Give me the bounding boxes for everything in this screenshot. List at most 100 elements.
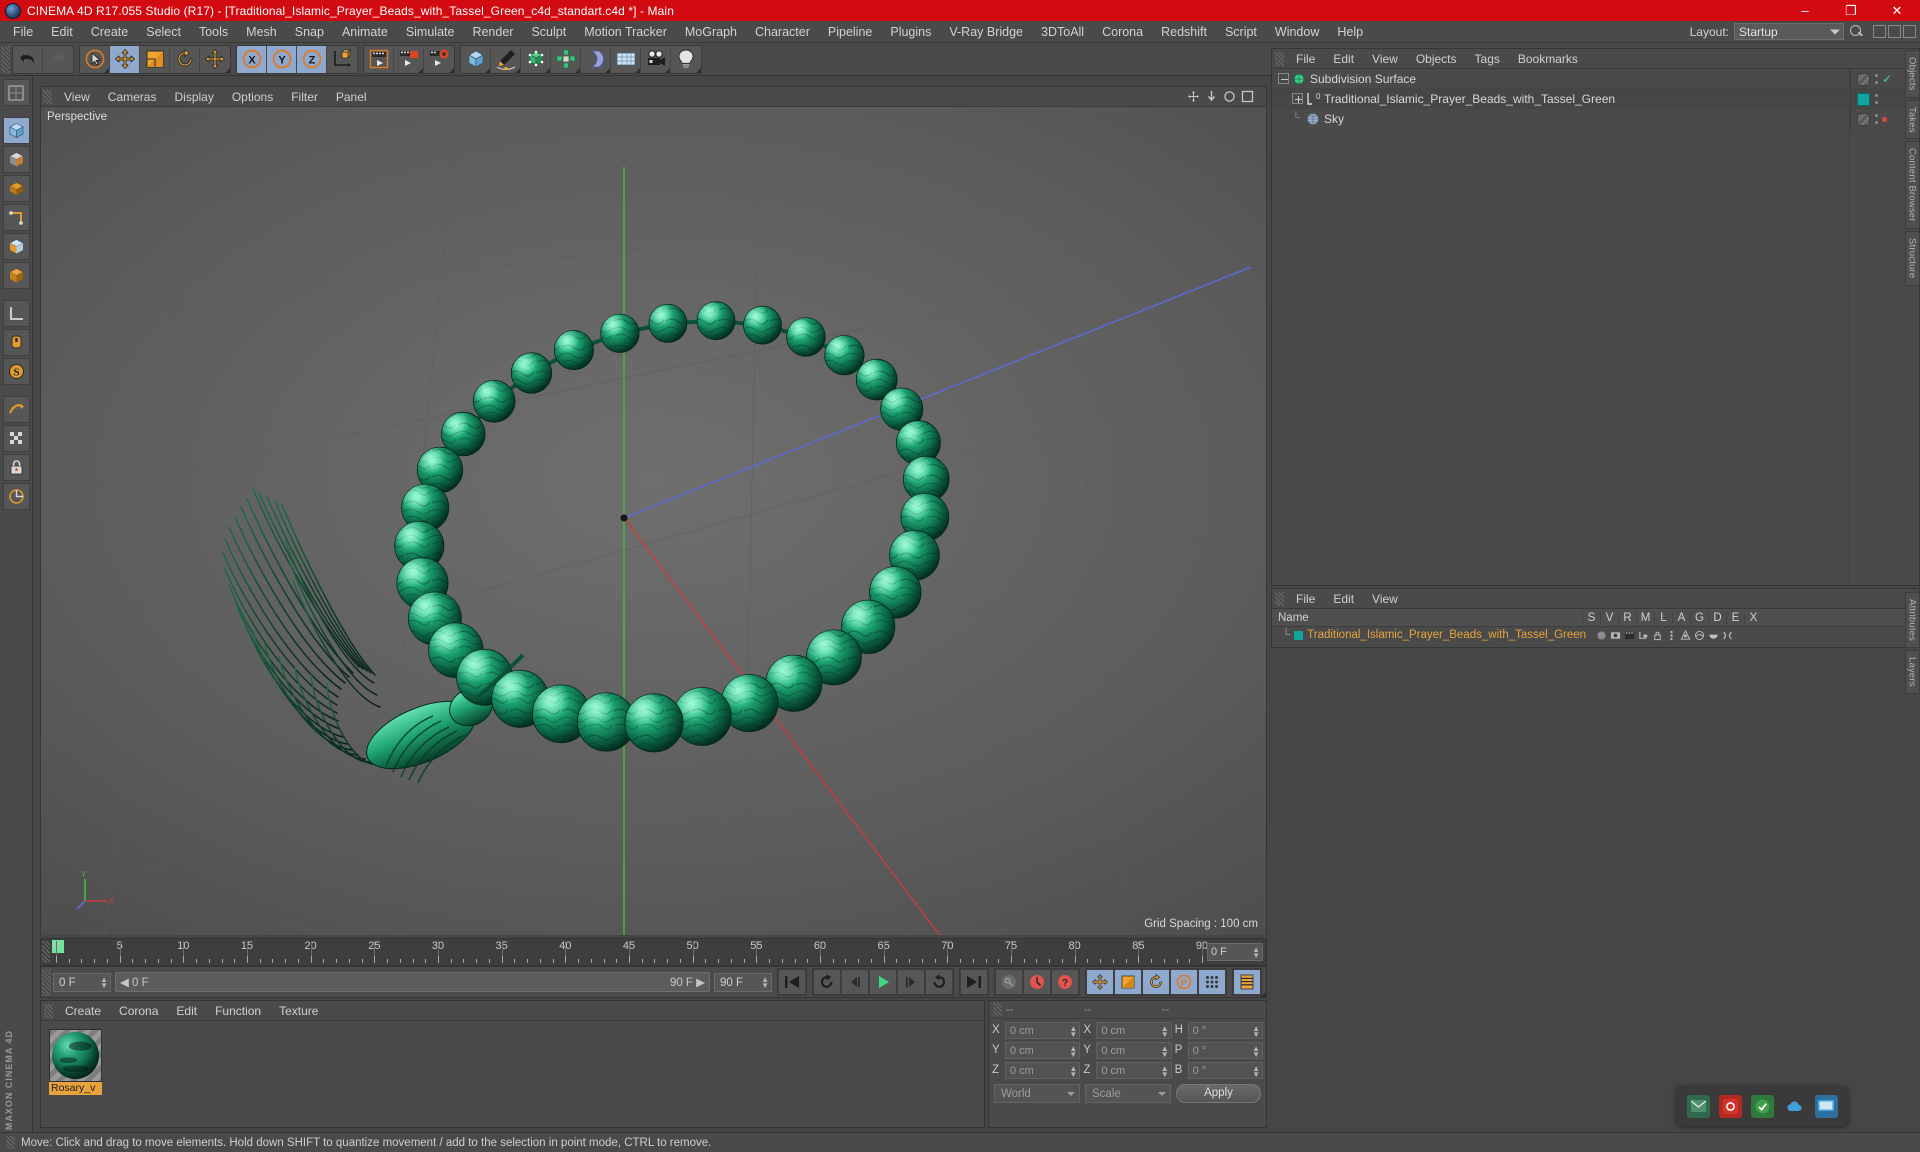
time-range-slider[interactable]: ◀ 0 F 90 F ▶	[115, 972, 710, 992]
tray-check-icon[interactable]	[1750, 1094, 1774, 1118]
visibility-dots-icon[interactable]	[1874, 93, 1878, 106]
menu-item-sculpt[interactable]: Sculpt	[522, 21, 575, 43]
spinner-icon[interactable]: ▲ ▼	[761, 975, 769, 989]
menu-item-3dtoall[interactable]: 3DToAll	[1032, 21, 1093, 43]
material-table-row[interactable]: └ Traditional_Islamic_Prayer_Beads_with_…	[1272, 627, 1919, 643]
undo-button[interactable]	[13, 45, 43, 73]
viewport-menu-item-options[interactable]: Options	[223, 87, 282, 107]
menu-item-snap[interactable]: Snap	[286, 21, 333, 43]
move-tool-button[interactable]	[110, 45, 140, 73]
texture-mode-button[interactable]	[2, 146, 30, 173]
close-panel-icon[interactable]	[1903, 25, 1916, 38]
redo-button[interactable]	[43, 45, 73, 73]
tray-monitor-icon[interactable]	[1814, 1094, 1838, 1118]
tab-layers[interactable]: Layers	[1904, 650, 1920, 694]
timeline-frame-field[interactable]: 0 F ▲ ▼	[1207, 943, 1263, 961]
live-selection-button[interactable]	[80, 45, 110, 73]
polygons-mode-button[interactable]	[2, 233, 30, 260]
environment-flag-icon[interactable]	[1708, 630, 1719, 641]
object-manager-menu-item-file[interactable]: File	[1287, 49, 1324, 69]
viewport-grip[interactable]	[43, 89, 52, 104]
lock-y-axis-button[interactable]: Y	[267, 45, 297, 73]
texture-axis-icon[interactable]	[2, 79, 30, 106]
object-manager-menu-item-bookmarks[interactable]: Bookmarks	[1509, 49, 1587, 69]
position-y-field[interactable]: 0 cm ▲ ▼	[1005, 1041, 1081, 1059]
material-browser-menu-item-create[interactable]: Create	[56, 1001, 110, 1021]
illumination-flag-icon[interactable]	[1722, 630, 1733, 641]
glow-flag-icon[interactable]	[1680, 629, 1691, 641]
restore-icon[interactable]	[1873, 25, 1886, 38]
animation-flag-icon[interactable]	[1666, 630, 1677, 641]
tab-objects[interactable]: Objects	[1904, 50, 1920, 98]
menu-item-v-ray-bridge[interactable]: V-Ray Bridge	[940, 21, 1032, 43]
current-frame-field[interactable]: 0 F ▲ ▼	[53, 972, 111, 992]
menu-item-render[interactable]: Render	[463, 21, 522, 43]
next-frame-button[interactable]	[897, 969, 925, 995]
spinner-icon[interactable]: ▲ ▼	[1252, 1024, 1260, 1038]
material-thumbnail[interactable]	[49, 1029, 102, 1082]
toolbar-grip[interactable]	[1, 45, 10, 73]
minimize-button[interactable]: –	[1782, 0, 1828, 21]
position-x-field[interactable]: 0 cm ▲ ▼	[1005, 1021, 1081, 1039]
menu-item-motion-tracker[interactable]: Motion Tracker	[575, 21, 676, 43]
tab-attributes[interactable]: Attributes	[1904, 592, 1920, 649]
material-manager-menu-item-edit[interactable]: Edit	[1324, 589, 1363, 609]
autokeying-button[interactable]	[995, 969, 1023, 995]
lock-x-axis-button[interactable]: X	[237, 45, 267, 73]
cube-mode-button[interactable]	[2, 262, 30, 289]
timeline-grip[interactable]	[42, 941, 50, 963]
sphere-flag-icon[interactable]	[1596, 630, 1607, 641]
menu-item-edit[interactable]: Edit	[42, 21, 82, 43]
record-position-button[interactable]	[1086, 969, 1114, 995]
lock-button[interactable]	[2, 454, 30, 481]
enable-axis-button[interactable]	[2, 329, 30, 356]
bend-deformer-button[interactable]	[581, 45, 611, 73]
quantize-button[interactable]	[2, 425, 30, 452]
open-timeline-button[interactable]	[1233, 969, 1266, 997]
material-browser-menu-item-function[interactable]: Function	[206, 1001, 270, 1021]
menu-item-mesh[interactable]: Mesh	[237, 21, 286, 43]
object-tree-row[interactable]: └ Sky	[1272, 109, 1919, 129]
maximize-view-icon[interactable]	[1241, 90, 1254, 103]
viewport-menu-item-view[interactable]: View	[55, 87, 99, 107]
disabled-dot-icon[interactable]	[1882, 116, 1887, 122]
rotate-tool-button[interactable]	[170, 45, 200, 73]
help-button[interactable]: ?	[1051, 969, 1079, 995]
record-active-objects-button[interactable]	[1023, 969, 1051, 995]
material-swatch-item[interactable]: Rosary_v	[49, 1029, 102, 1095]
menu-item-character[interactable]: Character	[746, 21, 819, 43]
tray-mail-icon[interactable]	[1686, 1094, 1710, 1118]
go-to-end-button[interactable]	[960, 969, 988, 995]
menu-item-script[interactable]: Script	[1216, 21, 1266, 43]
maximize-button[interactable]: ❐	[1828, 0, 1874, 21]
tab-takes[interactable]: Takes	[1904, 99, 1920, 140]
spinner-icon[interactable]: ▲ ▼	[1252, 1064, 1260, 1078]
render-view-button[interactable]	[364, 45, 394, 73]
record-pla-button[interactable]	[1198, 969, 1226, 995]
record-scale-button[interactable]	[1114, 969, 1142, 995]
edges-mode-button[interactable]	[2, 204, 30, 231]
object-manager-menu-item-edit[interactable]: Edit	[1324, 49, 1363, 69]
menu-item-select[interactable]: Select	[137, 21, 190, 43]
apply-button[interactable]: Apply	[1176, 1084, 1261, 1103]
spinner-icon[interactable]: ▲ ▼	[1252, 946, 1260, 960]
object-manager-menu-item-tags[interactable]: Tags	[1466, 49, 1509, 69]
transport-grip[interactable]	[42, 968, 51, 996]
viewport-3d[interactable]: Perspective Grid Spacing : 100 cm Y X	[41, 107, 1266, 935]
visibility-flag-icon[interactable]	[1610, 630, 1621, 641]
rotation-b-field[interactable]: 0 ° ▲ ▼	[1187, 1061, 1263, 1079]
rotate-view-icon[interactable]	[1223, 90, 1236, 103]
spinner-icon[interactable]: ▲ ▼	[1161, 1024, 1169, 1038]
timeline-ruler[interactable]: 051015202530354045505560657075808590 0 F…	[40, 938, 1267, 966]
object-manager-grip[interactable]	[1275, 51, 1284, 66]
spinner-icon[interactable]: ▲ ▼	[1252, 1044, 1260, 1058]
record-rotation-button[interactable]	[1142, 969, 1170, 995]
layout-dropdown[interactable]: Startup	[1734, 23, 1844, 40]
angle-snap-button[interactable]	[2, 483, 30, 510]
material-browser-menu-item-texture[interactable]: Texture	[270, 1001, 327, 1021]
close-button[interactable]: ✕	[1874, 0, 1920, 21]
menu-item-animate[interactable]: Animate	[333, 21, 397, 43]
object-tree-row[interactable]: 0 Traditional_Islamic_Prayer_Beads_with_T…	[1272, 89, 1919, 109]
world-object-coordinates-button[interactable]	[327, 45, 357, 73]
menu-item-window[interactable]: Window	[1266, 21, 1328, 43]
